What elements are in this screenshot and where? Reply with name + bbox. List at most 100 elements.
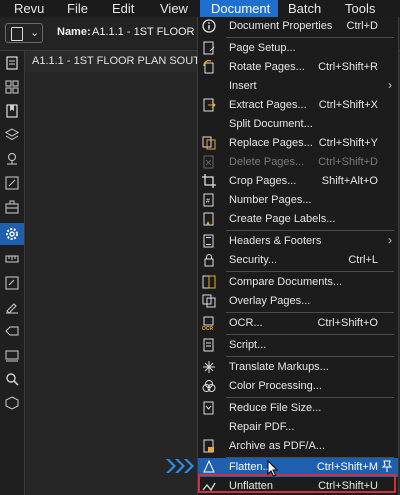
menu-item-headers-footers[interactable]: Headers & Footers › [198,232,398,250]
mouse-cursor-icon [267,460,279,478]
menu-item-insert[interactable]: Insert › [198,77,398,95]
menu-item-document-properties[interactable]: Document Properties Ctrl+D [198,17,398,35]
crop-icon [202,174,216,188]
properties-gear-icon[interactable] [0,223,24,245]
menu-edit[interactable]: Edit [112,0,134,17]
chevron-down-icon: ⌄ [30,27,40,39]
menu-item-split-document[interactable]: Split Document... [198,115,398,133]
menu-item-delete-pages[interactable]: Delete Pages... Ctrl+Shift+D [198,153,398,171]
menu-item-label: Insert [229,80,257,92]
menu-item-label: Overlay Pages... [229,295,311,307]
menu-item-shortcut: Ctrl+Shift+D [318,156,378,168]
headers-icon [202,234,216,248]
menu-item-label: Color Processing... [229,380,322,392]
menu-item-extract-pages[interactable]: Extract Pages... Ctrl+Shift+X [198,96,398,114]
markup-list-icon[interactable] [4,175,20,191]
menu-item-number-pages[interactable]: # Number Pages... [198,191,398,209]
menu-item-archive-pdfa[interactable]: Archive as PDF/A... [198,437,398,455]
menu-item-label: Compare Documents... [229,276,343,288]
rotate-icon [202,60,216,74]
replace-icon [202,136,216,150]
search-icon[interactable] [4,371,20,387]
menu-item-label: Repair PDF... [229,421,295,433]
menu-item-color-processing[interactable]: Color Processing... [198,377,398,395]
menu-item-rotate-pages[interactable]: Rotate Pages... Ctrl+Shift+R [198,58,398,76]
menu-item-crop-pages[interactable]: Crop Pages... Shift+Alt+O [198,172,398,190]
translate-icon [202,360,216,374]
menu-file[interactable]: File [67,0,88,17]
menu-item-script[interactable]: Script... [198,336,398,354]
menu-item-shortcut: Shift+Alt+O [321,175,378,187]
layers-icon[interactable] [4,127,20,143]
menu-item-reduce-file-size[interactable]: Reduce File Size... [198,399,398,417]
location-icon[interactable] [4,151,20,167]
menu-item-label: Page Setup... [229,42,296,54]
sheet-icon[interactable] [4,275,20,291]
document-tab[interactable]: A1.1.1 - 1ST FLOOR PLAN SOUTH - [32,55,200,67]
menu-item-shortcut: Ctrl+Shift+Y [318,137,378,149]
highlight-box [198,474,396,493]
menu-item-translate-markups[interactable]: Translate Markups... [198,358,398,376]
menu-item-security[interactable]: Security... Ctrl+L [198,251,398,269]
menu-item-compare-documents[interactable]: Compare Documents... [198,273,398,291]
menu-item-label: Rotate Pages... [229,61,305,73]
menu-item-replace-pages[interactable]: Replace Pages... Ctrl+Shift+Y [198,134,398,152]
svg-text:OCR: OCR [202,326,214,330]
document-area[interactable] [25,72,200,495]
extract-icon [202,98,216,112]
menu-item-ocr[interactable]: OCR OCR... Ctrl+Shift+O [198,314,398,332]
menu-view[interactable]: View [160,0,188,17]
menu-item-create-page-labels[interactable]: Create Page Labels... [198,210,398,228]
menu-separator [226,356,394,357]
pin-icon[interactable] [382,460,392,472]
submenu-arrow-icon: › [388,78,392,92]
menu-item-overlay-pages[interactable]: Overlay Pages... [198,292,398,310]
info-icon [202,19,216,33]
ocr-icon: OCR [202,316,216,330]
menu-batch[interactable]: Batch [288,0,321,17]
package-icon[interactable] [4,395,20,411]
flatten-icon [202,460,216,474]
menu-item-label: OCR... [229,317,263,329]
name-value[interactable]: A1.1.1 - 1ST FLOOR PLA [92,26,202,38]
menu-item-label: Crop Pages... [229,175,297,187]
menu-tools[interactable]: Tools [345,0,375,17]
menu-revu[interactable]: Revu [14,0,44,17]
menu-item-label: Security... [229,254,278,266]
menu-item-shortcut: Ctrl+D [346,20,378,32]
menu-item-label: Archive as PDF/A... [229,440,325,452]
menu-item-label: Split Document... [229,118,313,130]
script-icon [202,338,216,352]
document-icon [11,27,23,41]
menu-item-page-setup[interactable]: Page Setup... [198,39,398,57]
document-dropdown-button[interactable]: ⌄ [5,23,43,43]
bookmark-icon[interactable] [4,103,20,119]
menu-item-repair-pdf[interactable]: Repair PDF... [198,418,398,436]
menu-item-shortcut: Ctrl+Shift+R [318,61,378,73]
signature-icon[interactable] [4,299,20,315]
tag-icon[interactable] [4,323,20,339]
menu-item-label: Script... [229,339,267,351]
menu-item-label: Number Pages... [229,194,312,206]
menu-separator [226,334,394,335]
menu-item-label: Flatten... [229,461,272,473]
submenu-arrow-icon: › [388,233,392,247]
document-menu: Document Properties Ctrl+D Page Setup...… [197,17,399,495]
label-icon [202,212,216,226]
menu-item-shortcut: Ctrl+Shift+M [316,461,378,473]
studio-icon[interactable] [4,347,20,363]
menu-item-shortcut: Ctrl+Shift+O [317,317,378,329]
menu-item-label: Reduce File Size... [229,402,322,414]
toolbox-icon[interactable] [4,199,20,215]
delete-icon [202,155,216,169]
menu-item-label: Delete Pages... [229,156,305,168]
thumbnails-icon[interactable] [4,55,20,71]
measure-icon[interactable] [4,251,20,267]
menu-item-label: Document Properties [229,20,333,32]
grid-icon[interactable] [4,79,20,95]
svg-text:#: # [206,198,210,205]
page-setup-icon [202,41,216,55]
menu-separator [226,271,394,272]
archive-icon [202,439,216,453]
menu-document[interactable]: Document [200,0,278,17]
